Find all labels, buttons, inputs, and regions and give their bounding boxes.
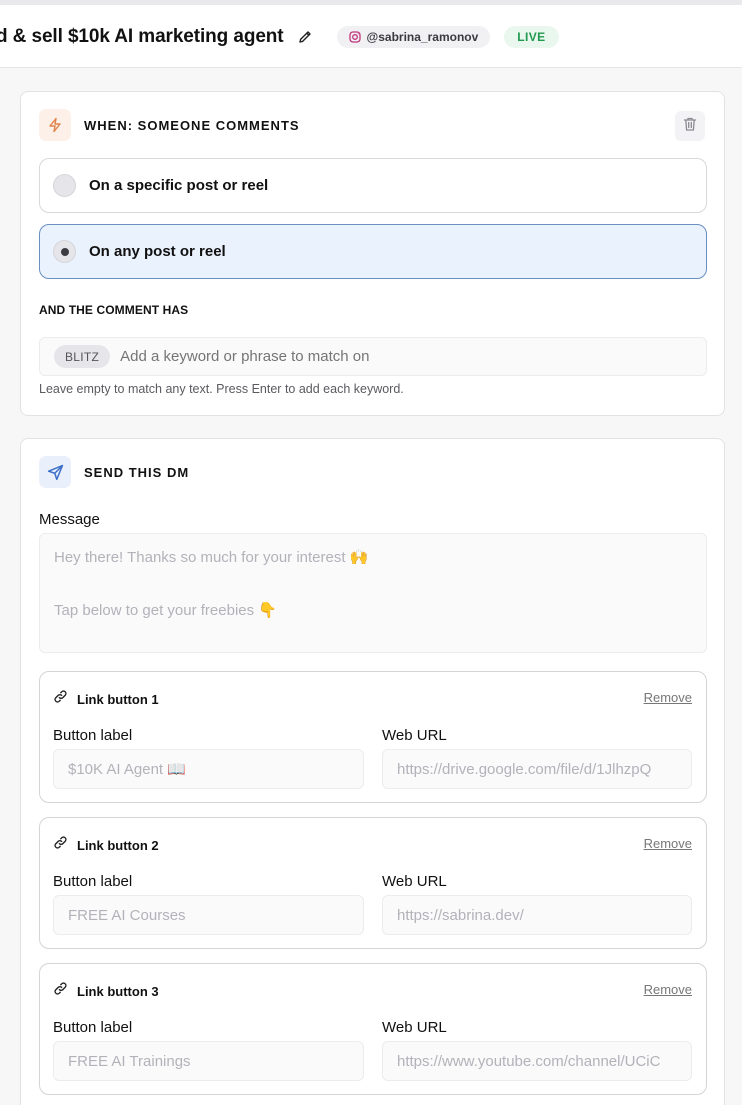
title-row: d & sell $10k AI marketing agent @sabrin… [0, 22, 559, 52]
link-button-title: Link button 3 [77, 983, 159, 999]
dm-section-header: SEND THIS DM [39, 456, 189, 488]
button-label-input[interactable]: FREE AI Courses [53, 895, 364, 935]
link-icon [53, 835, 68, 855]
link-button-header: Link button 1 [53, 689, 159, 709]
trigger-section-header: WHEN: SOMEONE COMMENTS [39, 109, 300, 141]
account-handle-badge: @sabrina_ramonov [336, 26, 491, 48]
web-url-heading: Web URL [382, 873, 447, 890]
trigger-section-title: WHEN: SOMEONE COMMENTS [84, 117, 300, 133]
lightning-icon [39, 109, 71, 141]
link-button-header: Link button 3 [53, 981, 159, 1001]
keyword-section-label: AND THE COMMENT HAS [39, 303, 189, 317]
status-badge: LIVE [504, 26, 559, 48]
trash-icon [682, 116, 698, 137]
dm-section-title: SEND THIS DM [84, 464, 190, 480]
pencil-edit-icon[interactable] [297, 29, 313, 45]
link-button-title: Link button 1 [77, 691, 159, 707]
link-icon [53, 981, 68, 1001]
button-label-heading: Button label [53, 1019, 133, 1036]
link-button-header: Link button 2 [53, 835, 159, 855]
link-button-title: Link button 2 [77, 837, 159, 853]
web-url-input[interactable]: https://drive.google.com/file/d/1JlhzpQ [382, 749, 692, 789]
dm-card: SEND THIS DM Message Hey there! Thanks s… [20, 438, 725, 1105]
web-url-input[interactable]: https://www.youtube.com/channel/UCiC [382, 1041, 692, 1081]
remove-link-button[interactable]: Remove [644, 982, 692, 997]
button-label-heading: Button label [53, 873, 133, 890]
message-label: Message [39, 511, 100, 528]
account-handle: @sabrina_ramonov [366, 30, 479, 44]
button-label-input[interactable]: $10K AI Agent 📖 [53, 749, 364, 789]
remove-link-button[interactable]: Remove [644, 690, 692, 705]
automation-title: d & sell $10k AI marketing agent [0, 26, 284, 47]
option-specific-post[interactable]: On a specific post or reel [39, 158, 707, 213]
send-icon [39, 456, 71, 488]
link-icon [53, 689, 68, 709]
option-label: On a specific post or reel [89, 177, 269, 194]
option-any-post[interactable]: On any post or reel [39, 224, 707, 279]
radio-unselected[interactable] [53, 174, 76, 197]
web-url-heading: Web URL [382, 727, 447, 744]
button-label-input[interactable]: FREE AI Trainings [53, 1041, 364, 1081]
keyword-field[interactable]: BLITZ [39, 337, 707, 376]
link-button-card-2: Link button 2 Remove Button label Web UR… [39, 817, 707, 949]
message-line: Hey there! Thanks so much for your inter… [54, 549, 369, 566]
automation-header: d & sell $10k AI marketing agent @sabrin… [0, 0, 742, 68]
option-label: On any post or reel [89, 243, 226, 260]
web-url-heading: Web URL [382, 1019, 447, 1036]
web-url-input[interactable]: https://sabrina.dev/ [382, 895, 692, 935]
keyword-chip[interactable]: BLITZ [54, 345, 111, 368]
instagram-icon [348, 31, 361, 43]
remove-link-button[interactable]: Remove [644, 836, 692, 851]
link-button-card-3: Link button 3 Remove Button label Web UR… [39, 963, 707, 1095]
button-label-heading: Button label [53, 727, 133, 744]
link-button-card-1: Link button 1 Remove Button label Web UR… [39, 671, 707, 803]
delete-trigger-button[interactable] [675, 111, 705, 141]
trigger-card: WHEN: SOMEONE COMMENTS On a specific pos… [20, 91, 725, 416]
radio-selected[interactable] [53, 240, 76, 263]
message-line: Tap below to get your freebies 👇 [54, 602, 277, 619]
keyword-input[interactable] [120, 348, 621, 365]
message-textarea[interactable]: Hey there! Thanks so much for your inter… [39, 533, 707, 653]
keyword-hint: Leave empty to match any text. Press Ent… [39, 382, 404, 396]
